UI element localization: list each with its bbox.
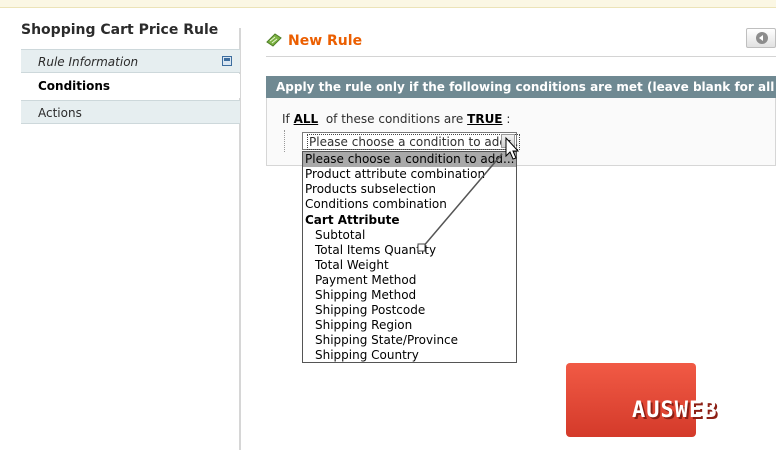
header-divider — [266, 56, 776, 57]
new-condition-select[interactable]: Please choose a condition to add... — [302, 132, 521, 150]
tab-label: Rule Information — [38, 55, 139, 69]
option-placeholder[interactable]: Please choose a condition to add... — [303, 152, 516, 167]
page-title: New Rule — [288, 33, 363, 49]
tree-guide — [284, 130, 285, 152]
option-payment-method[interactable]: Payment Method — [303, 273, 516, 288]
option-products-subselection[interactable]: Products subselection — [303, 182, 516, 197]
top-notice-bar — [0, 0, 776, 8]
value-link[interactable]: TRUE — [467, 112, 502, 126]
option-shipping-region[interactable]: Shipping Region — [303, 318, 516, 333]
option-total-weight[interactable]: Total Weight — [303, 258, 516, 273]
aggregator-link[interactable]: ALL — [294, 112, 319, 126]
option-subtotal[interactable]: Subtotal — [303, 228, 516, 243]
back-button[interactable] — [746, 28, 776, 48]
tab-rule-information[interactable]: Rule Information — [21, 49, 240, 73]
option-shipping-state-province[interactable]: Shipping State/Province — [303, 333, 516, 348]
tab-label: Actions — [38, 106, 82, 120]
condition-prefix: If — [282, 112, 290, 126]
select-value: Please choose a condition to add... — [307, 134, 521, 150]
condition-sentence: If ALL of these conditions are TRUE : — [282, 112, 510, 126]
conditions-fieldset-header: Apply the rule only if the following con… — [266, 76, 776, 98]
save-icon — [222, 56, 232, 66]
tab-actions[interactable]: Actions — [21, 100, 240, 124]
condition-suffix: : — [506, 112, 511, 126]
option-shipping-postcode[interactable]: Shipping Postcode — [303, 303, 516, 318]
condition-middle: of these conditions are — [325, 112, 464, 126]
option-total-items-quantity[interactable]: Total Items Quantity — [303, 243, 516, 258]
tab-conditions[interactable]: Conditions — [21, 74, 240, 98]
option-shipping-method[interactable]: Shipping Method — [303, 288, 516, 303]
optgroup-cart-attribute: Cart Attribute — [305, 213, 400, 227]
chevron-down-icon[interactable] — [501, 134, 515, 148]
condition-dropdown-list[interactable]: Please choose a condition to add... Prod… — [302, 151, 517, 363]
rule-icon — [266, 33, 282, 47]
option-conditions-combination[interactable]: Conditions combination — [303, 197, 516, 212]
sidebar-title: Shopping Cart Price Rule — [21, 22, 219, 38]
tab-label: Conditions — [38, 79, 111, 93]
option-shipping-country[interactable]: Shipping Country — [303, 348, 516, 363]
ausweb-logo-text: AUSWEB — [632, 398, 718, 423]
back-arrow-icon — [756, 32, 768, 44]
option-product-attribute-combination[interactable]: Product attribute combination — [303, 167, 516, 182]
